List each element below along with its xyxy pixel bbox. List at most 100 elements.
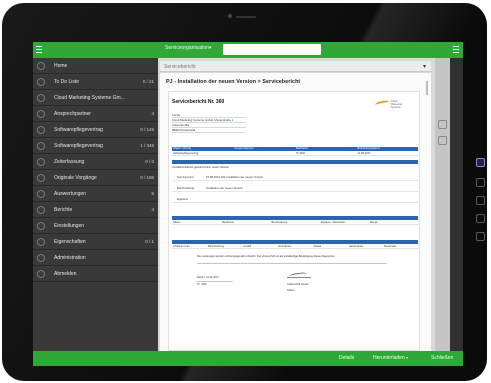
sidebar-item-count: 4: [151, 111, 154, 116]
sidebar-item-count: 0 / 0: [145, 159, 154, 164]
table-cell: 21.08.2017: [357, 152, 371, 155]
download-button[interactable]: Herunterladen ▾: [373, 355, 408, 361]
table-cell: Th.Wild: [296, 152, 305, 155]
sidebar-item-contract-1[interactable]: Softwarepflegevertrag 0 / 145: [33, 122, 158, 138]
report-pane: PJ - Installation der neuen Version > Se…: [160, 73, 431, 351]
sidebar-item-contacts[interactable]: Ansprechpartner 4: [33, 106, 158, 122]
column-header: Datum: [173, 221, 181, 224]
column-header: Beschreibung: [271, 221, 288, 224]
column-header: Artikelnummer: [173, 245, 190, 248]
material-table: Artikelnummer Beschreibung Anzahl Einzel…: [172, 244, 418, 249]
nav-dropdown-label[interactable]: Serviceorganisation: [165, 45, 209, 51]
scrollbar[interactable]: [426, 81, 428, 95]
sidebar-item-label: Home: [54, 62, 68, 69]
close-button[interactable]: Schließen: [431, 355, 453, 361]
camera: [228, 14, 232, 18]
column-header: Anzahl: [243, 245, 252, 248]
signature-label: Unterschrift Kunde: [287, 283, 309, 286]
options-icon[interactable]: [453, 46, 459, 53]
sidebar-item-label: Abmelden: [54, 270, 77, 277]
column-header: Zeitraum / Arbeitszeit: [320, 221, 345, 224]
top-bar: Serviceorganisation ▾: [33, 42, 463, 62]
checklist-icon: [37, 77, 45, 86]
table-cell: Softwarepflegevertrag: [173, 152, 199, 155]
column-header: Menge: [369, 221, 378, 224]
breadcrumb: PJ - Installation der neuen Version > Se…: [166, 79, 301, 85]
field-row: Ergebnis: [172, 195, 418, 203]
bottom-bar: Details Herunterladen ▾ Schließen: [33, 351, 463, 366]
sidebar-item-count: 5: [151, 191, 154, 196]
sidebar-item-logout[interactable]: Abmelden: [33, 266, 158, 282]
menu-icon[interactable]: [36, 46, 42, 53]
sidebar-item-processes[interactable]: Originale Vorgänge 0 / 186: [33, 170, 158, 186]
column-header: Rabatt: [313, 245, 322, 248]
chart-icon: [37, 189, 45, 198]
column-header: Gesamtpreis: [348, 245, 364, 248]
field-value: Installation der neuen Version: [206, 186, 243, 190]
content-header[interactable]: Servicebericht ▾: [160, 61, 431, 72]
chevron-down-icon[interactable]: ▾: [423, 63, 426, 70]
divider: [197, 263, 387, 264]
document-icon: [37, 205, 45, 214]
cloud-icon[interactable]: [476, 196, 485, 205]
sidebar-item-count: 4: [151, 207, 154, 212]
field-row: Beschreibung Installation der neuen Vers…: [172, 184, 418, 192]
logout-icon: [37, 269, 45, 278]
sidebar-item-company[interactable]: Cloud Marketing Systeme Gm...: [33, 90, 158, 106]
edit-icon[interactable]: [438, 136, 447, 145]
confirmation-note: Die Leistungen wurden ordnungsgemäß erbr…: [197, 255, 336, 258]
field-label: Beschreibung: [177, 186, 195, 190]
column-header: Beschreibung: [208, 245, 225, 248]
field-value: 15.08.2014 001 Installation der neuen Ve…: [206, 175, 264, 179]
sidebar: Home To Do Liste 0 / 21 Cloud Marketing …: [33, 58, 158, 351]
gear-icon[interactable]: [476, 232, 485, 241]
table-cell: [234, 151, 296, 155]
service-description: Installationsdienst gestartet beim neuen…: [172, 166, 230, 169]
screen-edge: [450, 58, 463, 351]
tablet-frame: Serviceorganisation ▾ Home To Do Liste 0…: [2, 3, 487, 381]
logo-text: Cloud Marketing Systeme: [391, 100, 402, 109]
sidebar-item-label: Originale Vorgänge: [54, 174, 97, 181]
report-document: Servicebericht Nr. 360 Cloud Marketing S…: [168, 91, 420, 351]
sidebar-item-reports[interactable]: Berichte 4: [33, 202, 158, 218]
sidebar-item-todo[interactable]: To Do Liste 0 / 21: [33, 74, 158, 90]
key-icon: [37, 253, 45, 262]
sidebar-item-settings[interactable]: Einstellungen: [33, 218, 158, 234]
tag-icon[interactable]: [476, 214, 485, 223]
contract-icon: [37, 141, 45, 150]
sidebar-item-count: 1 / 346: [140, 143, 154, 148]
clock-icon: [37, 157, 45, 166]
sidebar-item-label: Berichte: [54, 206, 73, 213]
building-icon: [37, 93, 45, 102]
sidebar-item-label: Softwarepflegevertrag: [54, 142, 103, 149]
circle-icon[interactable]: [476, 178, 485, 187]
print-icon[interactable]: [438, 120, 447, 129]
camera-bar: [236, 16, 256, 18]
sidebar-item-label: Eigenschaften: [54, 238, 86, 245]
sidebar-item-count: 0 / 145: [140, 127, 154, 132]
sidebar-item-label: Einstellungen: [54, 222, 85, 229]
sidebar-item-label: Softwarepflegevertrag: [54, 126, 103, 133]
sidebar-item-label: Administration: [54, 254, 86, 261]
section-header: Tätigkeiten: [172, 160, 418, 174]
table-header: Datum Bearbeiter Beschreibung Zeitraum /…: [172, 220, 418, 225]
worktime-table: Datum Bearbeiter Beschreibung Zeitraum /…: [172, 220, 418, 225]
chevron-down-icon: ▾: [406, 355, 409, 360]
chevron-down-icon[interactable]: ▾: [209, 45, 212, 51]
sidebar-item-properties[interactable]: Eigenschaften 0 / 1: [33, 234, 158, 250]
table-row: Softwarepflegevertrag Th.Wild 21.08.2017: [172, 151, 418, 156]
sidebar-item-reports-analysis[interactable]: Auswertungen 5: [33, 186, 158, 202]
details-button[interactable]: Details: [339, 355, 354, 361]
field-label: Ergebnis: [177, 197, 189, 201]
sidebar-item-administration[interactable]: Administration: [33, 250, 158, 266]
sidebar-item-home[interactable]: Home: [33, 58, 158, 74]
sidebar-item-count: 0 / 21: [142, 79, 154, 84]
app-screen: Serviceorganisation ▾ Home To Do Liste 0…: [33, 42, 463, 366]
signature-name: Th. Wild: [197, 283, 207, 286]
home-icon: [37, 61, 45, 70]
sidebar-item-contract-2[interactable]: Softwarepflegevertrag 1 / 346: [33, 138, 158, 154]
app-switcher-icon[interactable]: [476, 158, 485, 167]
sidebar-item-time-tracking[interactable]: Zeiterfassung 0 / 0: [33, 154, 158, 170]
signature-date: Datum: 21.11.2017: [197, 276, 219, 279]
column-header: Bearbeiter: [222, 221, 235, 224]
